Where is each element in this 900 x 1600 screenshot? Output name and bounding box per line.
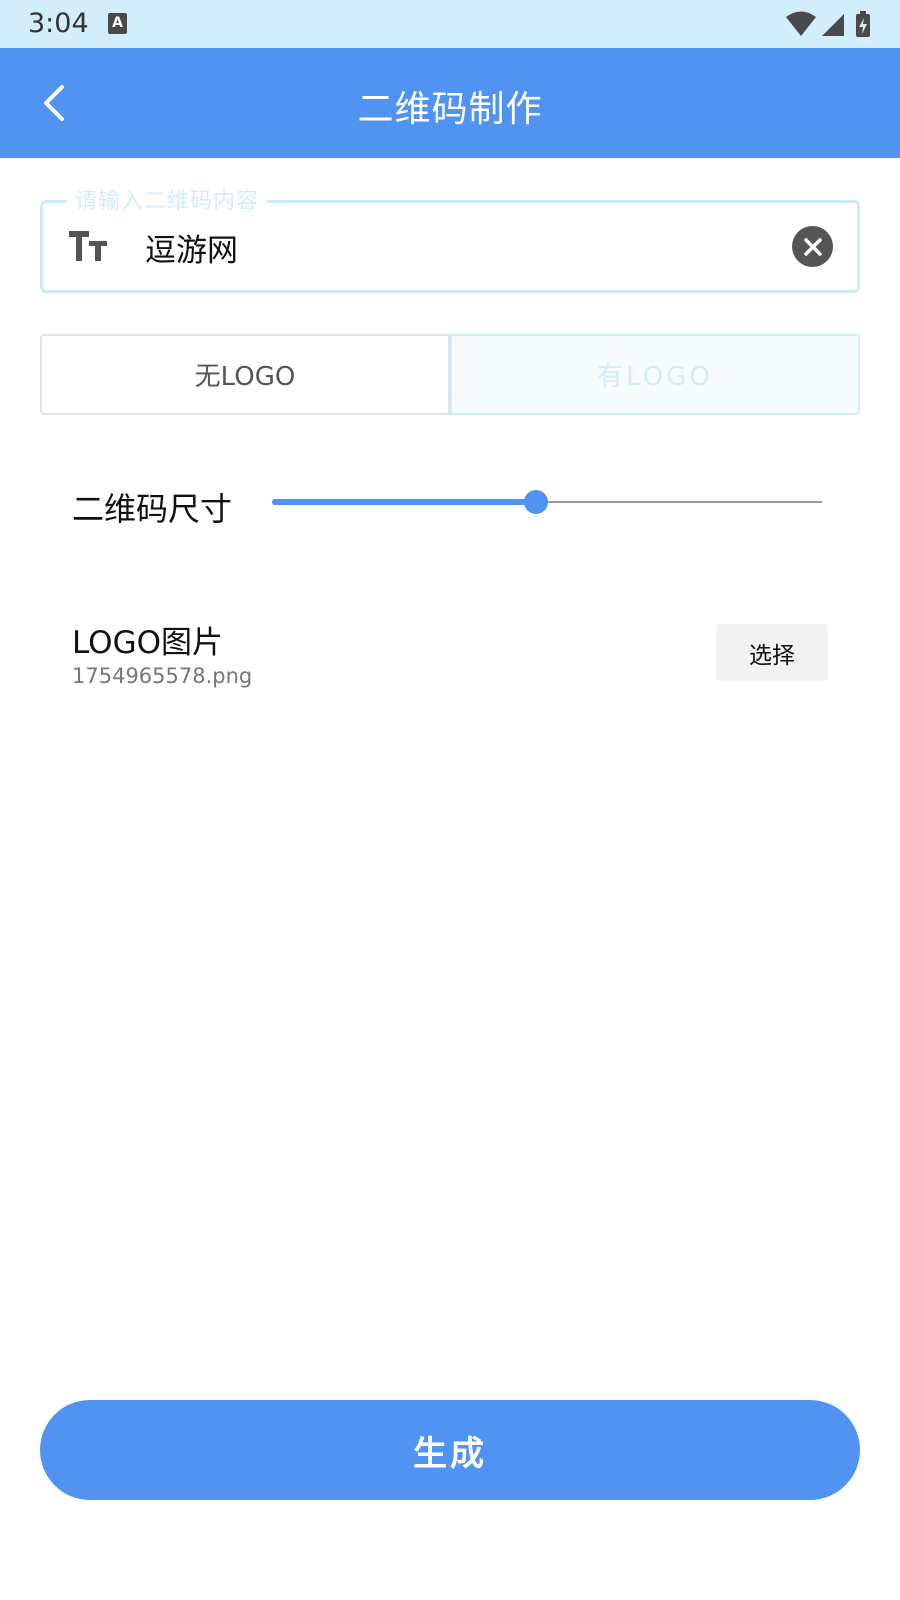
app-bar: 二维码制作 xyxy=(0,48,900,158)
status-bar: 3:04 A xyxy=(0,0,900,48)
clear-button[interactable] xyxy=(792,226,833,267)
logo-image-label: LOGO图片 xyxy=(72,625,223,661)
text-size-icon xyxy=(69,231,107,261)
logo-filename: 1754965578.png xyxy=(72,664,253,688)
clear-icon xyxy=(803,237,822,256)
slider-thumb[interactable] xyxy=(524,490,548,514)
qr-content-field[interactable]: 请输入二维码内容 逗游网 xyxy=(40,183,860,293)
status-time: 3:04 xyxy=(28,8,89,39)
status-icons xyxy=(784,10,876,38)
no-logo-option[interactable]: 无LOGO xyxy=(40,334,450,415)
with-logo-option[interactable]: 有LOGO xyxy=(450,334,860,415)
qr-size-slider[interactable] xyxy=(272,482,822,522)
qr-size-label: 二维码尺寸 xyxy=(72,490,233,528)
qr-content-placeholder: 请输入二维码内容 xyxy=(67,183,268,215)
generate-button[interactable]: 生成 xyxy=(40,1400,860,1500)
wifi-icon xyxy=(786,11,816,36)
select-logo-button[interactable]: 选择 xyxy=(716,624,828,681)
slider-fill xyxy=(272,499,536,505)
battery-charging-icon xyxy=(856,11,870,37)
keyboard-a-icon: A xyxy=(108,13,127,34)
page-title: 二维码制作 xyxy=(357,89,543,130)
cell-signal-icon xyxy=(822,14,844,36)
logo-toggle: 无LOGO 有LOGO xyxy=(40,334,860,415)
qr-content-input[interactable]: 逗游网 xyxy=(145,225,238,270)
